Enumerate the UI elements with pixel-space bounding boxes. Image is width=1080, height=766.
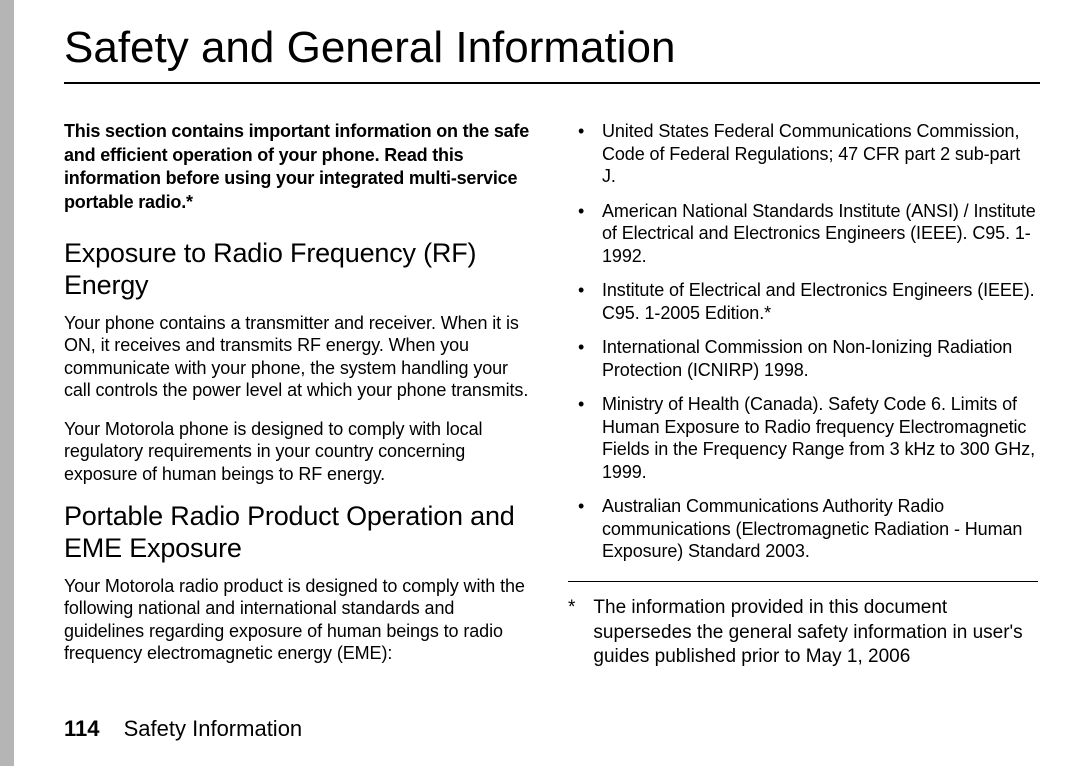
binding-spine [0, 0, 14, 766]
page-title: Safety and General Information [64, 24, 1040, 84]
document-page: Safety and General Information This sect… [0, 0, 1080, 766]
section-heading-eme: Portable Radio Product Operation and EME… [64, 501, 534, 565]
right-column: United States Federal Communications Com… [568, 120, 1038, 681]
body-text: Your Motorola radio product is designed … [64, 575, 534, 665]
two-column-layout: This section contains important informat… [64, 120, 1040, 681]
list-item: Institute of Electrical and Electronics … [568, 279, 1038, 324]
standards-list: United States Federal Communications Com… [568, 120, 1038, 563]
list-item: Australian Communications Authority Radi… [568, 495, 1038, 563]
intro-paragraph: This section contains important informat… [64, 120, 534, 214]
section-heading-rf: Exposure to Radio Frequency (RF) Energy [64, 238, 534, 302]
footnote-text: The information provided in this documen… [593, 596, 1038, 670]
page-footer: 114 Safety Information [64, 716, 302, 742]
footnote-marker: * [568, 596, 575, 670]
list-item: American National Standards Institute (A… [568, 200, 1038, 268]
list-item: United States Federal Communications Com… [568, 120, 1038, 188]
body-text: Your Motorola phone is designed to compl… [64, 418, 534, 486]
page-number: 114 [64, 716, 100, 741]
list-item: Ministry of Health (Canada). Safety Code… [568, 393, 1038, 483]
footnote: * The information provided in this docum… [568, 596, 1038, 670]
body-text: Your phone contains a transmitter and re… [64, 312, 534, 402]
divider [568, 581, 1038, 582]
left-column: This section contains important informat… [64, 120, 534, 681]
list-item: International Commission on Non-Ionizing… [568, 336, 1038, 381]
footer-section-name: Safety Information [124, 716, 303, 741]
